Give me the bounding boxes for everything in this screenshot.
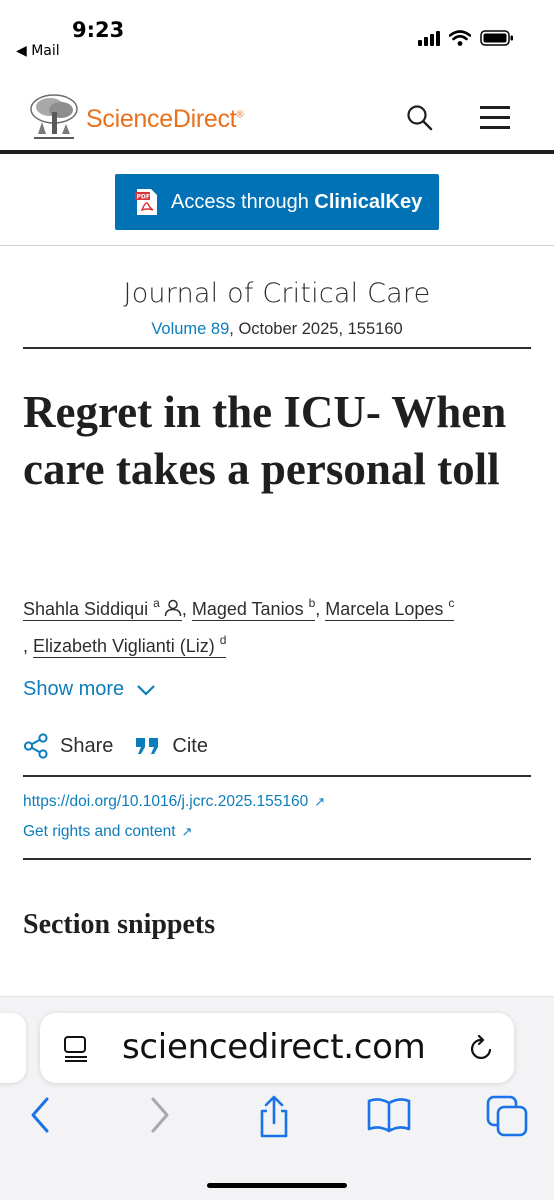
share-button[interactable]: Share: [23, 733, 113, 759]
access-through-clinicalkey-button[interactable]: PDF Access through ClinicalKey: [115, 174, 439, 230]
show-more-label: Show more: [23, 678, 125, 700]
reload-icon[interactable]: [468, 1033, 496, 1063]
svg-text:PDF: PDF: [137, 194, 150, 201]
share-sheet-icon[interactable]: [254, 1095, 294, 1139]
share-icon: [23, 733, 48, 759]
page-menu-icon[interactable]: [62, 1035, 90, 1063]
access-prefix: Access through: [171, 190, 315, 213]
author-list: Shahla Siddiqui a, Maged Tanios b, Marce…: [23, 596, 455, 658]
browser-toolbar: [0, 1095, 554, 1145]
divider: [23, 775, 531, 777]
status-icons: [418, 30, 514, 46]
external-link-icon: ↗: [314, 794, 326, 809]
divider: [23, 347, 531, 349]
battery-icon: [480, 30, 513, 46]
cellular-signal-icon: [418, 30, 440, 46]
back-arrow-icon[interactable]: [28, 1095, 52, 1135]
sciencedirect-logo[interactable]: ScienceDirect®: [86, 105, 244, 134]
clock: 9:23: [72, 18, 125, 42]
show-more-button[interactable]: Show more: [23, 678, 156, 701]
tabs-icon[interactable]: [486, 1095, 528, 1137]
menu-button[interactable]: [480, 102, 512, 130]
elsevier-tree-logo-icon[interactable]: [28, 92, 80, 142]
search-icon: [407, 105, 433, 131]
doi-link[interactable]: https://doi.org/10.1016/j.jcrc.2025.1551…: [23, 793, 325, 811]
chevron-down-icon: [137, 684, 155, 696]
volume-link[interactable]: Volume 89: [151, 320, 229, 338]
forward-arrow-icon[interactable]: [148, 1095, 172, 1135]
url-text: sciencedirect.com: [122, 1027, 426, 1067]
back-to-mail-button[interactable]: ◀ Mail: [16, 43, 60, 59]
share-label: Share: [60, 734, 114, 757]
author-link[interactable]: Maged Tanios b: [191, 596, 316, 621]
rights-link[interactable]: Get rights and content ↗: [23, 823, 192, 841]
status-bar: 9:23 ◀ Mail: [0, 0, 554, 72]
cite-label: Cite: [172, 734, 208, 757]
site-header: ScienceDirect®: [0, 80, 554, 154]
article-title: Regret in the ICU- When care takes a per…: [23, 387, 507, 494]
access-bar: PDF Access through ClinicalKey: [0, 158, 554, 246]
article-actions: Share Cite: [23, 733, 230, 759]
author-link[interactable]: Shahla Siddiqui a: [23, 596, 182, 621]
access-provider: ClinicalKey: [314, 190, 423, 213]
cite-button[interactable]: Cite: [135, 735, 208, 758]
home-indicator[interactable]: [207, 1183, 347, 1188]
bookmarks-icon[interactable]: [366, 1095, 412, 1135]
wifi-icon: [449, 30, 471, 46]
issue-info: , October 2025, 155160: [229, 320, 403, 338]
pdf-icon: PDF: [135, 189, 157, 215]
search-button[interactable]: [404, 102, 436, 134]
author-link[interactable]: Elizabeth Viglianti (Liz) d: [33, 633, 227, 658]
divider: [23, 858, 531, 860]
journal-meta: Volume 89, October 2025, 155160: [0, 320, 554, 339]
corresponding-author-icon: [164, 599, 182, 617]
author-link[interactable]: Marcela Lopes c: [325, 596, 455, 621]
quote-icon: [136, 738, 159, 754]
section-heading: Section snippets: [23, 909, 216, 940]
browser-bar: sciencedirect.com: [0, 996, 554, 1200]
address-bar[interactable]: sciencedirect.com: [40, 1013, 514, 1083]
previous-tab-preview[interactable]: [0, 1013, 26, 1083]
journal-title[interactable]: Journal of Critical Care: [0, 278, 554, 309]
menu-icon: [480, 106, 510, 109]
external-link-icon: ↗: [181, 824, 193, 839]
